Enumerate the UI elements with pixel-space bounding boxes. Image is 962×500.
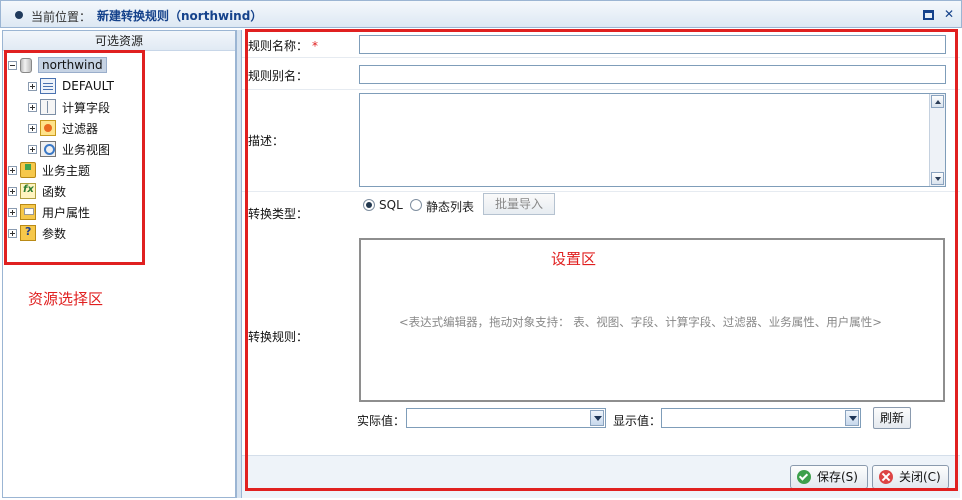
resource-panel-header: 可选资源 (3, 31, 235, 51)
resource-area-highlight (4, 50, 145, 265)
settings-area-highlight (245, 29, 958, 491)
location-label: 当前位置： (31, 10, 92, 24)
maximize-icon[interactable] (923, 10, 934, 20)
close-icon[interactable]: ✕ (942, 7, 956, 21)
resource-area-annotation: 资源选择区 (28, 290, 104, 308)
page-title: 新建转换规则（northwind） (97, 9, 263, 23)
bullet-icon (15, 11, 23, 19)
title-bar: 当前位置： 新建转换规则（northwind） ✕ (0, 0, 962, 28)
